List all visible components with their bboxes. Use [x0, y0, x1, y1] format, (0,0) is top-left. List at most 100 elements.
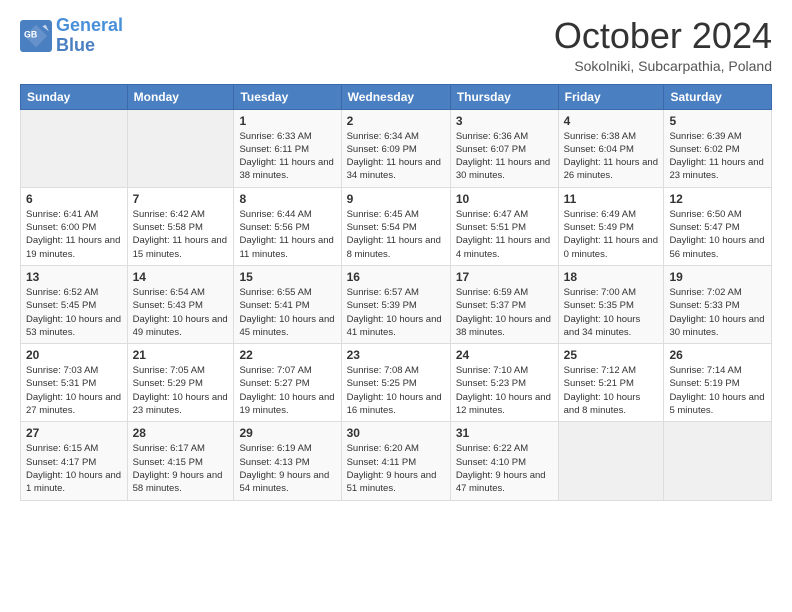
day-info: Sunrise: 6:19 AM Sunset: 4:13 PM Dayligh…	[239, 442, 335, 495]
calendar-cell: 27Sunrise: 6:15 AM Sunset: 4:17 PM Dayli…	[21, 422, 128, 500]
day-number: 24	[456, 348, 553, 362]
calendar-cell: 11 Sunrise: 6:49 AM Sunset: 5:49 PM Dayli…	[558, 187, 664, 265]
day-info: Sunrise: 7:00 AM Sunset: 5:35 PM Dayligh…	[564, 286, 659, 339]
day-number: 11	[564, 192, 659, 206]
day-info: Sunrise: 6:33 AM Sunset: 6:11 PM Dayligh…	[239, 130, 335, 183]
day-number: 4	[564, 114, 659, 128]
day-info: Sunrise: 6:41 AM Sunset: 6:00 PM Dayligh…	[26, 208, 122, 261]
page: GB GeneralBlue October 2024 Sokolniki, S…	[0, 0, 792, 612]
day-number: 15	[239, 270, 335, 284]
calendar-week-5: 27Sunrise: 6:15 AM Sunset: 4:17 PM Dayli…	[21, 422, 772, 500]
calendar-cell	[127, 109, 234, 187]
day-info: Sunrise: 6:59 AM Sunset: 5:37 PM Dayligh…	[456, 286, 553, 339]
weekday-header-thursday: Thursday	[450, 84, 558, 109]
logo-text: GeneralBlue	[56, 16, 123, 56]
day-number: 1	[239, 114, 335, 128]
day-number: 13	[26, 270, 122, 284]
day-info: Sunrise: 6:45 AM Sunset: 5:54 PM Dayligh…	[347, 208, 445, 261]
calendar-cell: 31 Sunrise: 6:22 AM Sunset: 4:10 PM Dayli…	[450, 422, 558, 500]
calendar-week-1: 1 Sunrise: 6:33 AM Sunset: 6:11 PM Daylig…	[21, 109, 772, 187]
calendar-cell: 25 Sunrise: 7:12 AM Sunset: 5:21 PM Dayli…	[558, 344, 664, 422]
day-info: Sunrise: 6:39 AM Sunset: 6:02 PM Dayligh…	[669, 130, 766, 183]
calendar-cell: 12Sunrise: 6:50 AM Sunset: 5:47 PM Dayli…	[664, 187, 772, 265]
day-info: Sunrise: 7:02 AM Sunset: 5:33 PM Dayligh…	[669, 286, 766, 339]
day-info: Sunrise: 6:47 AM Sunset: 5:51 PM Dayligh…	[456, 208, 553, 261]
calendar-cell: 13Sunrise: 6:52 AM Sunset: 5:45 PM Dayli…	[21, 265, 128, 343]
calendar-cell: 21Sunrise: 7:05 AM Sunset: 5:29 PM Dayli…	[127, 344, 234, 422]
calendar-week-2: 6Sunrise: 6:41 AM Sunset: 6:00 PM Daylig…	[21, 187, 772, 265]
day-number: 29	[239, 426, 335, 440]
calendar-cell: 16Sunrise: 6:57 AM Sunset: 5:39 PM Dayli…	[341, 265, 450, 343]
day-number: 19	[669, 270, 766, 284]
day-info: Sunrise: 6:20 AM Sunset: 4:11 PM Dayligh…	[347, 442, 445, 495]
weekday-header-saturday: Saturday	[664, 84, 772, 109]
day-info: Sunrise: 6:38 AM Sunset: 6:04 PM Dayligh…	[564, 130, 659, 183]
month-title: October 2024	[554, 16, 772, 56]
title-block: October 2024 Sokolniki, Subcarpathia, Po…	[554, 16, 772, 74]
day-info: Sunrise: 6:57 AM Sunset: 5:39 PM Dayligh…	[347, 286, 445, 339]
day-number: 30	[347, 426, 445, 440]
calendar-week-3: 13Sunrise: 6:52 AM Sunset: 5:45 PM Dayli…	[21, 265, 772, 343]
day-info: Sunrise: 6:34 AM Sunset: 6:09 PM Dayligh…	[347, 130, 445, 183]
calendar-cell: 17Sunrise: 6:59 AM Sunset: 5:37 PM Dayli…	[450, 265, 558, 343]
day-info: Sunrise: 6:36 AM Sunset: 6:07 PM Dayligh…	[456, 130, 553, 183]
calendar-cell: 4 Sunrise: 6:38 AM Sunset: 6:04 PM Daylig…	[558, 109, 664, 187]
day-info: Sunrise: 6:54 AM Sunset: 5:43 PM Dayligh…	[133, 286, 229, 339]
day-number: 2	[347, 114, 445, 128]
day-number: 8	[239, 192, 335, 206]
day-number: 7	[133, 192, 229, 206]
day-info: Sunrise: 6:49 AM Sunset: 5:49 PM Dayligh…	[564, 208, 659, 261]
day-info: Sunrise: 6:22 AM Sunset: 4:10 PM Dayligh…	[456, 442, 553, 495]
calendar-cell: 7Sunrise: 6:42 AM Sunset: 5:58 PM Daylig…	[127, 187, 234, 265]
svg-text:GB: GB	[24, 29, 37, 39]
day-number: 22	[239, 348, 335, 362]
calendar-header-row: SundayMondayTuesdayWednesdayThursdayFrid…	[21, 84, 772, 109]
location-subtitle: Sokolniki, Subcarpathia, Poland	[554, 58, 772, 74]
day-number: 21	[133, 348, 229, 362]
calendar-cell: 8 Sunrise: 6:44 AM Sunset: 5:56 PM Daylig…	[234, 187, 341, 265]
weekday-header-wednesday: Wednesday	[341, 84, 450, 109]
day-number: 20	[26, 348, 122, 362]
calendar-cell	[21, 109, 128, 187]
day-number: 10	[456, 192, 553, 206]
day-info: Sunrise: 7:08 AM Sunset: 5:25 PM Dayligh…	[347, 364, 445, 417]
day-number: 31	[456, 426, 553, 440]
day-number: 5	[669, 114, 766, 128]
calendar-cell: 10 Sunrise: 6:47 AM Sunset: 5:51 PM Dayli…	[450, 187, 558, 265]
day-info: Sunrise: 7:14 AM Sunset: 5:19 PM Dayligh…	[669, 364, 766, 417]
day-info: Sunrise: 7:12 AM Sunset: 5:21 PM Dayligh…	[564, 364, 659, 417]
weekday-header-friday: Friday	[558, 84, 664, 109]
day-info: Sunrise: 6:17 AM Sunset: 4:15 PM Dayligh…	[133, 442, 229, 495]
calendar-cell: 26 Sunrise: 7:14 AM Sunset: 5:19 PM Dayli…	[664, 344, 772, 422]
logo-icon: GB	[20, 20, 52, 52]
calendar-cell: 20 Sunrise: 7:03 AM Sunset: 5:31 PM Dayli…	[21, 344, 128, 422]
day-number: 9	[347, 192, 445, 206]
calendar-cell: 30 Sunrise: 6:20 AM Sunset: 4:11 PM Dayli…	[341, 422, 450, 500]
calendar-cell	[558, 422, 664, 500]
day-info: Sunrise: 6:50 AM Sunset: 5:47 PM Dayligh…	[669, 208, 766, 261]
calendar-cell: 28Sunrise: 6:17 AM Sunset: 4:15 PM Dayli…	[127, 422, 234, 500]
day-number: 23	[347, 348, 445, 362]
calendar-cell: 29 Sunrise: 6:19 AM Sunset: 4:13 PM Dayli…	[234, 422, 341, 500]
day-info: Sunrise: 6:44 AM Sunset: 5:56 PM Dayligh…	[239, 208, 335, 261]
day-number: 26	[669, 348, 766, 362]
calendar-week-4: 20 Sunrise: 7:03 AM Sunset: 5:31 PM Dayli…	[21, 344, 772, 422]
header: GB GeneralBlue October 2024 Sokolniki, S…	[20, 16, 772, 74]
weekday-header-monday: Monday	[127, 84, 234, 109]
day-info: Sunrise: 7:07 AM Sunset: 5:27 PM Dayligh…	[239, 364, 335, 417]
calendar-cell: 23 Sunrise: 7:08 AM Sunset: 5:25 PM Dayli…	[341, 344, 450, 422]
logo: GB GeneralBlue	[20, 16, 123, 56]
day-number: 25	[564, 348, 659, 362]
calendar-table: SundayMondayTuesdayWednesdayThursdayFrid…	[20, 84, 772, 501]
calendar-cell: 15 Sunrise: 6:55 AM Sunset: 5:41 PM Dayli…	[234, 265, 341, 343]
day-info: Sunrise: 6:55 AM Sunset: 5:41 PM Dayligh…	[239, 286, 335, 339]
calendar-cell: 3Sunrise: 6:36 AM Sunset: 6:07 PM Daylig…	[450, 109, 558, 187]
calendar-cell: 2 Sunrise: 6:34 AM Sunset: 6:09 PM Daylig…	[341, 109, 450, 187]
day-info: Sunrise: 7:03 AM Sunset: 5:31 PM Dayligh…	[26, 364, 122, 417]
calendar-cell: 24Sunrise: 7:10 AM Sunset: 5:23 PM Dayli…	[450, 344, 558, 422]
day-number: 14	[133, 270, 229, 284]
weekday-header-sunday: Sunday	[21, 84, 128, 109]
weekday-header-tuesday: Tuesday	[234, 84, 341, 109]
calendar-cell: 5 Sunrise: 6:39 AM Sunset: 6:02 PM Daylig…	[664, 109, 772, 187]
calendar-cell: 9 Sunrise: 6:45 AM Sunset: 5:54 PM Daylig…	[341, 187, 450, 265]
